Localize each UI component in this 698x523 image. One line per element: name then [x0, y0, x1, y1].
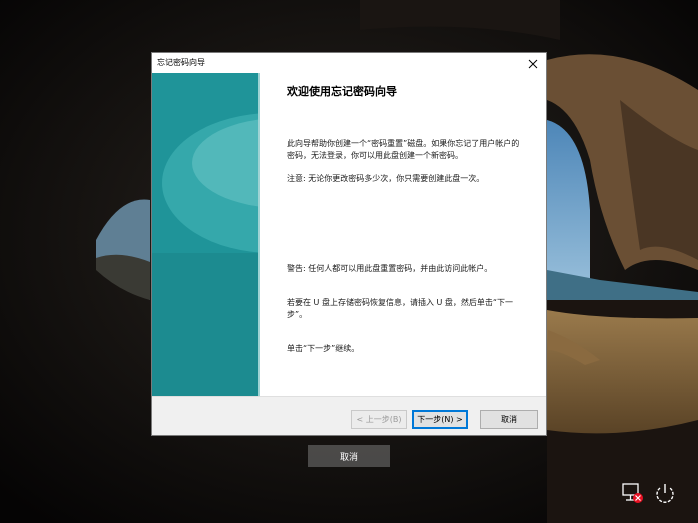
usb-instruction-paragraph: 若要在 U 盘上存储密码恢复信息，请插入 U 盘，然后单击“下一步”。 [287, 298, 514, 319]
network-status-button[interactable] [620, 480, 646, 506]
cancel-button[interactable]: 取消 [480, 410, 538, 429]
next-button[interactable]: 下一步(N) > [412, 410, 468, 429]
wizard-banner-image [152, 73, 260, 396]
wizard-heading: 欢迎使用忘记密码向导 [287, 85, 397, 98]
forgotten-password-wizard-dialog: 忘记密码向导 欢迎使用忘记密码向导 此向导帮助你创建一个“密码重置”磁盘。如果你… [151, 52, 547, 436]
dialog-titlebar: 忘记密码向导 [152, 53, 546, 73]
warning-paragraph: 警告: 任何人都可以用此盘重置密码，并由此访问此帐户。 [287, 264, 493, 273]
network-disconnected-icon [620, 483, 646, 510]
power-button[interactable] [652, 480, 678, 506]
intro-paragraph: 此向导帮助你创建一个“密码重置”磁盘。如果你忘记了用户帐户的密码，无法登录，你可… [287, 139, 520, 160]
lock-screen-cancel-button[interactable]: 取消 [308, 445, 390, 467]
dialog-title: 忘记密码向导 [157, 58, 205, 67]
back-button[interactable]: < 上一步(B) [351, 410, 407, 429]
close-icon [528, 54, 538, 73]
wizard-content: 欢迎使用忘记密码向导 此向导帮助你创建一个“密码重置”磁盘。如果你忘记了用户帐户… [260, 73, 546, 396]
power-icon [652, 484, 678, 510]
close-button[interactable] [520, 53, 546, 73]
note-paragraph: 注意: 无论你更改密码多少次，你只需要创建此盘一次。 [287, 174, 485, 183]
wizard-footer: < 上一步(B) 下一步(N) > 取消 [152, 396, 546, 435]
continue-instruction-paragraph: 单击“下一步”继续。 [287, 344, 360, 353]
